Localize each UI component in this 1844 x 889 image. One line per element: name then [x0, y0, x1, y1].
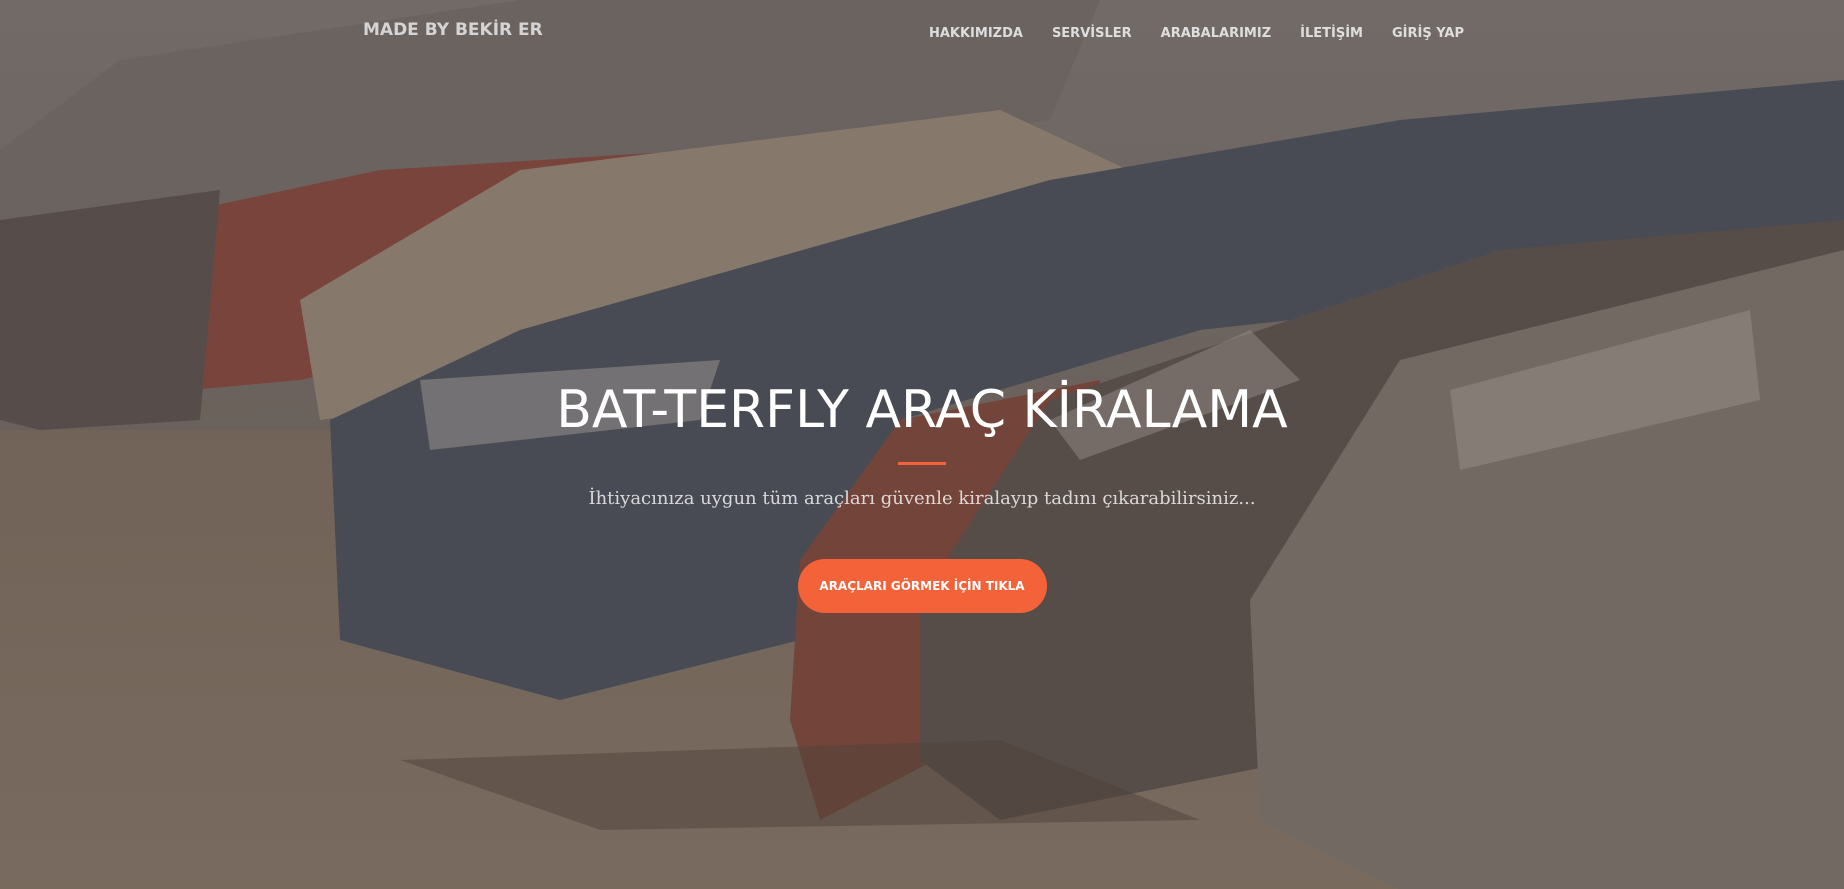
nav-link-servisler[interactable]: SERVİSLER	[1052, 26, 1132, 41]
nav-link-arabalarimiz[interactable]: ARABALARIMIZ	[1161, 26, 1272, 41]
nav-link-giris-yap[interactable]: GİRİŞ YAP	[1392, 26, 1464, 41]
nav-link-iletisim[interactable]: İLETİŞİM	[1300, 26, 1363, 41]
brand-logo[interactable]: MADE BY BEKİR ER	[363, 20, 543, 40]
hero-subtitle: İhtiyacınıza uygun tüm araçları güvenle …	[588, 488, 1256, 509]
nav-item-hakkimizda: HAKKIMIZDA	[929, 24, 1023, 42]
top-navbar: MADE BY BEKİR ER HAKKIMIZDA SERVİSLER AR…	[0, 0, 1844, 64]
nav-item-arabalarimiz: ARABALARIMIZ	[1161, 24, 1272, 42]
hero-title: BAT-TERFLY ARAÇ KİRALAMA	[556, 380, 1288, 440]
nav-link-hakkimizda[interactable]: HAKKIMIZDA	[929, 26, 1023, 41]
title-divider	[898, 462, 946, 465]
hero-section: MADE BY BEKİR ER HAKKIMIZDA SERVİSLER AR…	[0, 0, 1844, 889]
hero-content: BAT-TERFLY ARAÇ KİRALAMA İhtiyacınıza uy…	[0, 380, 1844, 613]
view-cars-button[interactable]: ARAÇLARI GÖRMEK İÇİN TIKLA	[797, 559, 1047, 613]
nav-item-iletisim: İLETİŞİM	[1300, 24, 1363, 42]
nav-menu: HAKKIMIZDA SERVİSLER ARABALARIMIZ İLETİŞ…	[900, 24, 1464, 42]
nav-item-servisler: SERVİSLER	[1052, 24, 1132, 42]
nav-item-giris-yap: GİRİŞ YAP	[1392, 24, 1464, 42]
